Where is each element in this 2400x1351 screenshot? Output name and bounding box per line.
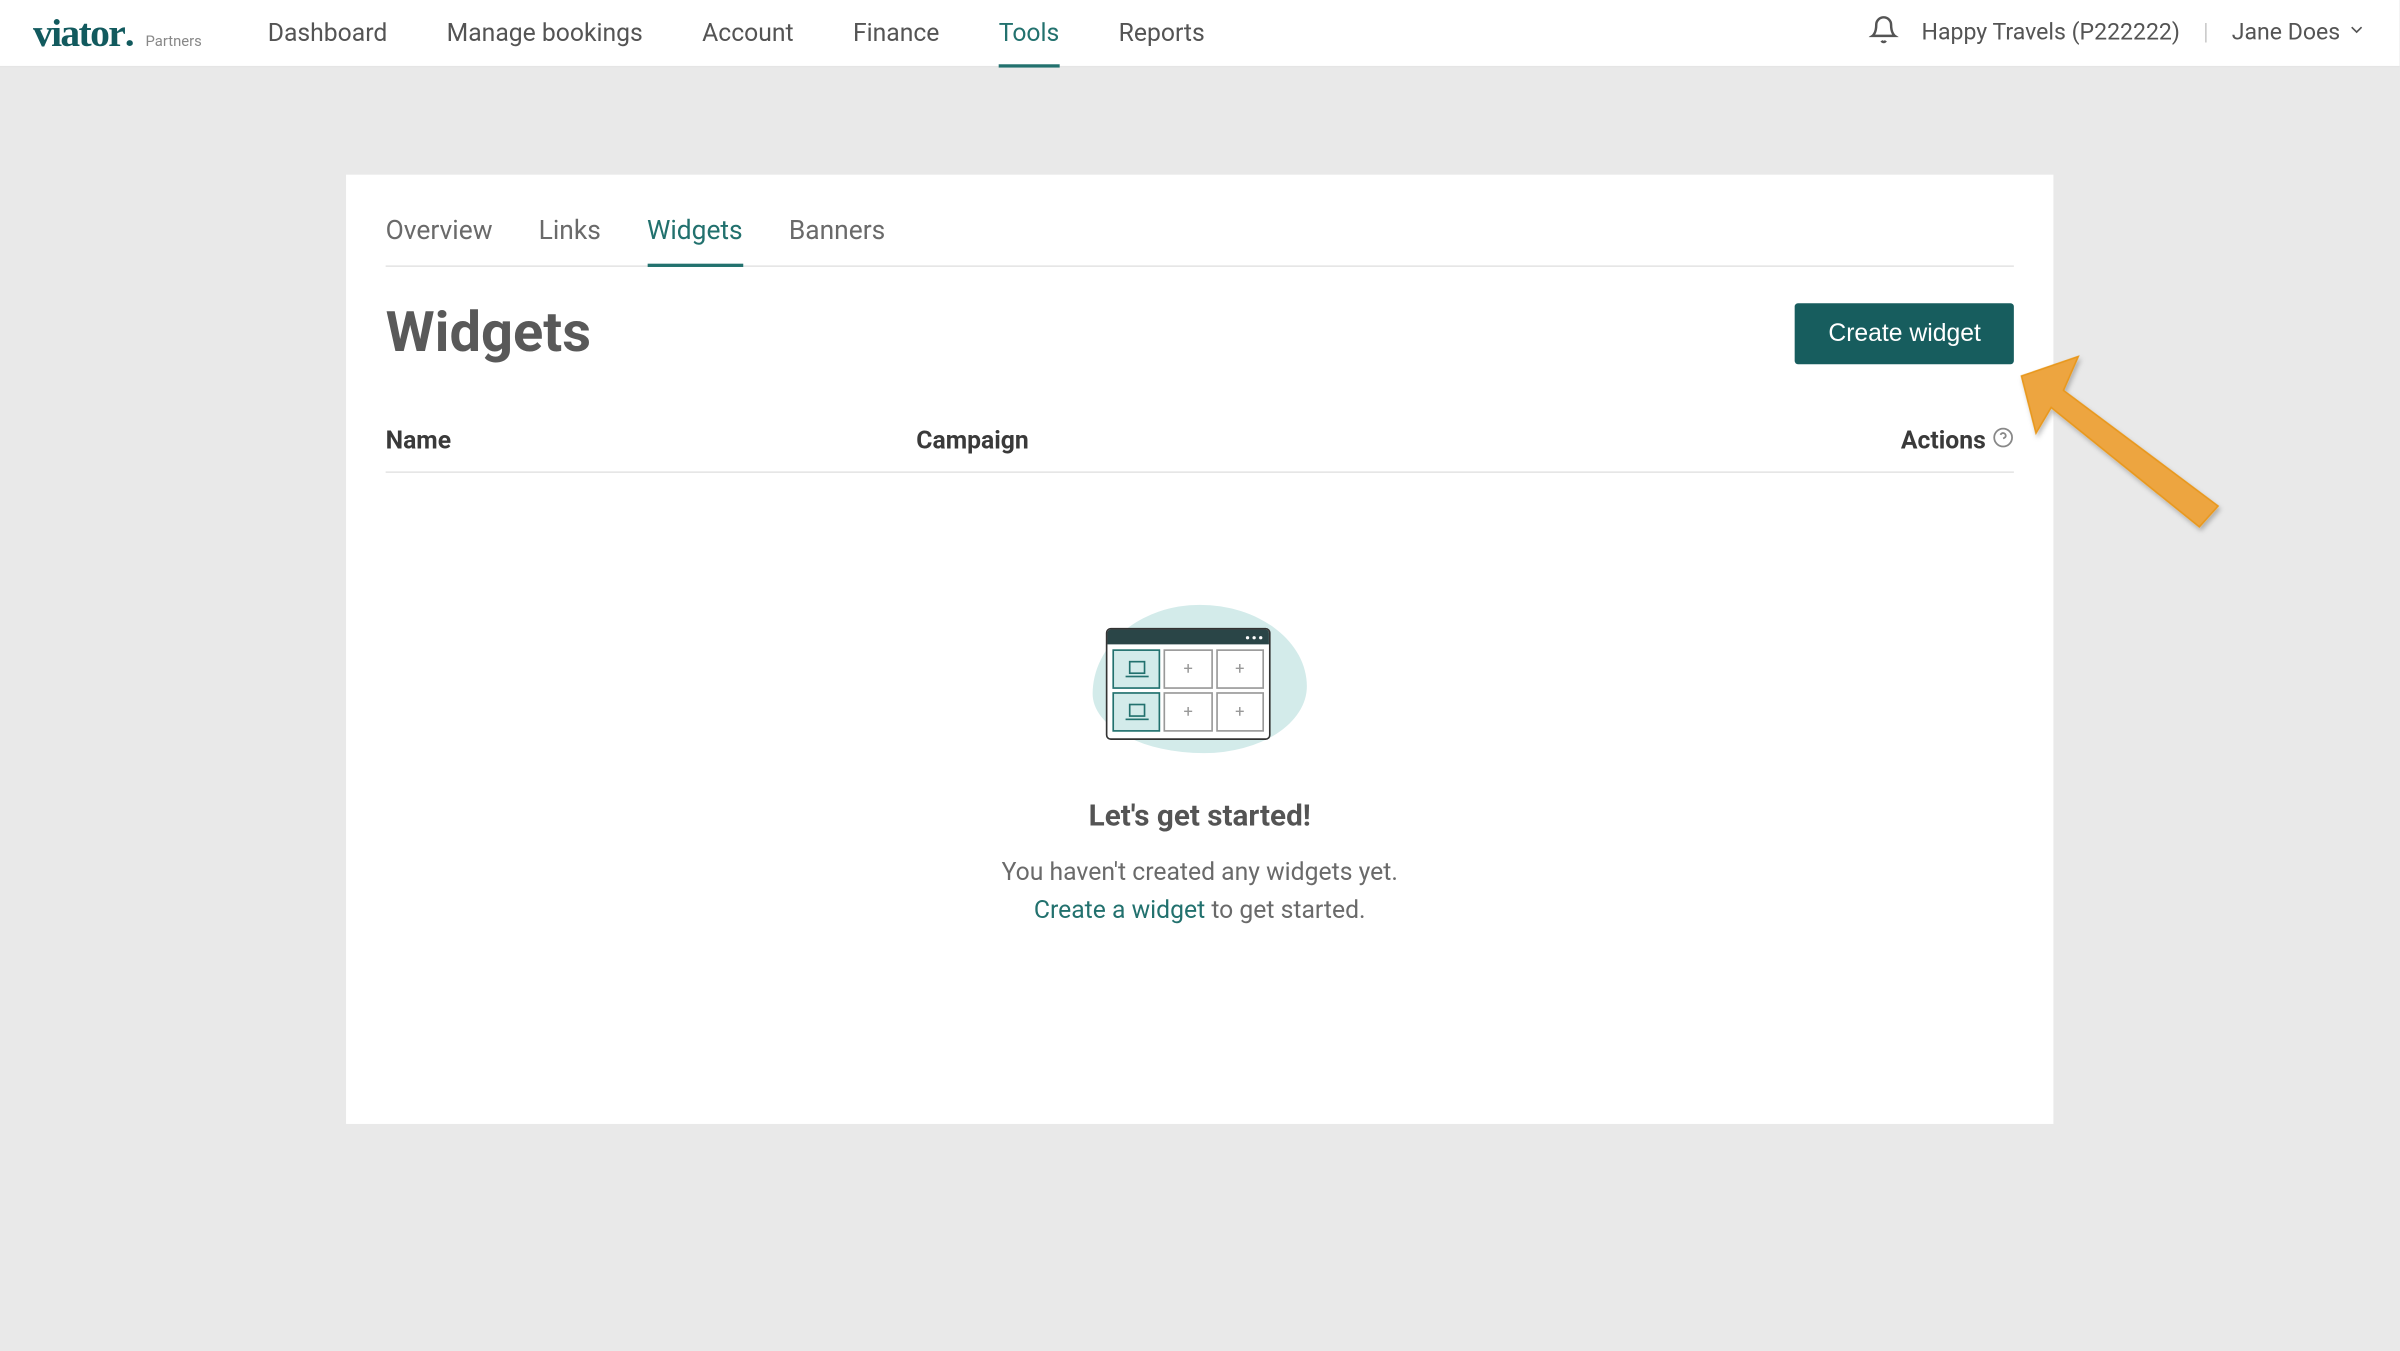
top-navigation-bar: viator. Partners Dashboard Manage bookin… [0,0,2399,68]
nav-reports[interactable]: Reports [1119,0,1205,66]
tab-banners[interactable]: Banners [789,214,885,265]
help-icon[interactable] [1992,425,2013,455]
nav-tools[interactable]: Tools [999,0,1060,66]
divider: | [2203,20,2209,46]
page-header: Widgets Create widget [386,300,2014,366]
column-actions-label: Actions [1901,425,1986,455]
logo-subtext: Partners [145,34,201,50]
logo[interactable]: viator. Partners [33,9,202,57]
empty-text-line1: You haven't created any widgets yet. [1002,857,1398,887]
nav-manage-bookings[interactable]: Manage bookings [447,0,643,66]
column-actions: Actions [1901,425,2014,455]
chevron-down-icon [2347,20,2367,46]
logo-text: viator [33,12,124,56]
column-name: Name [386,425,917,455]
company-name: Happy Travels (P222222) [1921,20,2179,46]
topbar-right: Happy Travels (P222222) | Jane Does [1869,15,2367,51]
bell-icon[interactable] [1869,15,1899,51]
main-nav: Dashboard Manage bookings Account Financ… [268,0,1205,66]
nav-finance[interactable]: Finance [853,0,939,66]
page-title: Widgets [386,300,591,366]
tab-widgets[interactable]: Widgets [647,214,743,265]
content-area: Overview Links Widgets Banners Widgets C… [0,68,2399,1124]
user-name: Jane Does [2232,20,2340,46]
nav-dashboard[interactable]: Dashboard [268,0,388,66]
empty-state-text: You haven't created any widgets yet. Cre… [1002,854,1398,928]
nav-account[interactable]: Account [702,0,793,66]
table-header: Name Campaign Actions [386,425,2014,473]
create-widget-link[interactable]: Create a widget [1034,894,1205,924]
tab-overview[interactable]: Overview [386,214,493,265]
user-dropdown[interactable]: Jane Does [2232,20,2367,46]
empty-state-title: Let's get started! [1089,799,1311,834]
column-campaign: Campaign [916,425,1901,455]
empty-text-line2: to get started. [1205,894,1365,924]
sub-nav: Overview Links Widgets Banners [386,214,2014,267]
tab-links[interactable]: Links [539,214,601,265]
logo-dot: . [124,9,135,55]
empty-illustration: + + + + [1093,605,1307,753]
create-widget-button[interactable]: Create widget [1795,302,2013,363]
main-card: Overview Links Widgets Banners Widgets C… [346,175,2053,1124]
empty-state: + + + + Let's get started! You haven't c… [386,473,2014,928]
